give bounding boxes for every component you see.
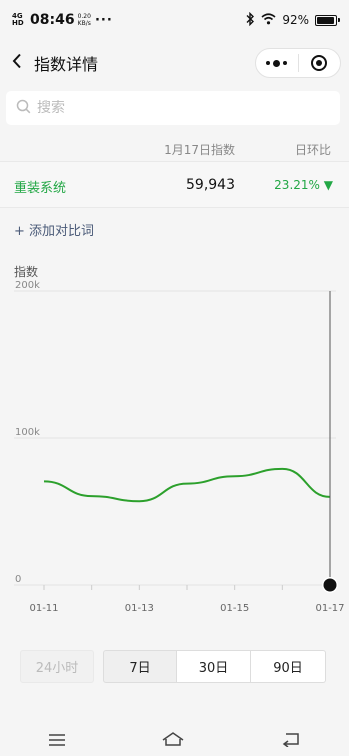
notification-dots: ··· — [94, 12, 113, 28]
battery-icon — [315, 14, 340, 26]
cursor-dot — [323, 578, 337, 592]
nav-bar: 指数详情 — [0, 40, 349, 86]
menu-key[interactable] — [48, 732, 66, 751]
home-icon — [163, 732, 184, 746]
more-button[interactable] — [256, 59, 298, 67]
wifi-icon — [261, 12, 276, 28]
bluetooth-icon — [245, 11, 255, 29]
status-bar: 4G HD 08:46 0.20 KB/s ··· 92% — [0, 0, 349, 40]
clock: 08:46 — [30, 12, 75, 28]
search-icon — [16, 99, 31, 118]
keyword-row[interactable]: 重装系统 59,943 23.21% ▼ — [0, 161, 349, 208]
keyword-change: 23.21% ▼ — [274, 178, 333, 192]
series-line — [43, 467, 331, 503]
back-arrow-icon — [282, 733, 299, 748]
chevron-left-icon — [12, 53, 22, 73]
change-column-header: 日环比 — [294, 143, 331, 157]
x-tick-label: 01-13 — [125, 603, 154, 614]
battery-percent: 92% — [282, 13, 309, 27]
date-column-header: 1月17日指数 — [164, 143, 235, 157]
net-speed-unit: KB/s — [77, 20, 91, 27]
x-tick-label: 01-15 — [220, 603, 249, 614]
range-30d-button[interactable]: 30日 — [177, 650, 251, 683]
more-dot-icon — [273, 59, 281, 67]
home-key[interactable] — [161, 731, 185, 751]
more-dot-icon — [266, 61, 271, 65]
menu-capsule — [255, 48, 341, 78]
net-speed: 0.20 KB/s — [78, 13, 91, 27]
net-speed-value: 0.20 — [77, 13, 91, 20]
more-dot-icon — [283, 61, 288, 65]
table-header: 1月17日指数 日环比 — [0, 138, 349, 160]
hamburger-icon — [48, 733, 65, 746]
change-percent: 23.21% — [274, 178, 320, 192]
signal-indicator: 4G HD — [12, 12, 24, 27]
target-icon — [311, 55, 328, 71]
x-tick-label: 01-17 — [315, 603, 344, 614]
down-arrow-icon: ▼ — [323, 178, 333, 192]
back-key[interactable] — [281, 731, 301, 751]
add-compare-word-link[interactable]: + 添加对比词 — [14, 220, 94, 239]
search-bar[interactable] — [6, 91, 340, 125]
y-tick-label: 200k — [15, 280, 40, 291]
back-button[interactable] — [2, 40, 32, 86]
x-tick-label: 01-11 — [29, 603, 58, 614]
close-miniprogram-button[interactable] — [298, 55, 340, 71]
range-90d-button[interactable]: 90日 — [251, 650, 326, 683]
system-nav-bar — [0, 726, 349, 756]
y-tick-label: 100k — [15, 427, 40, 438]
range-7d-button[interactable]: 7日 — [103, 650, 177, 683]
page-title: 指数详情 — [34, 55, 99, 74]
y-tick-label: 0 — [15, 574, 21, 585]
range-24h-button[interactable]: 24小时 — [20, 650, 94, 683]
time-range-selector: 24小时 7日 30日 90日 — [20, 650, 326, 683]
line-chart-svg[interactable]: 200k 100k 0 01-11 01-13 01-15 01-17 — [0, 258, 349, 628]
keyword-label: 重装系统 — [14, 181, 67, 196]
search-input[interactable] — [37, 100, 317, 116]
index-chart[interactable]: 指数 200k 100k 0 01-11 01-13 01-15 01-17 — [0, 258, 349, 628]
keyword-index-value: 59,943 — [186, 177, 235, 193]
